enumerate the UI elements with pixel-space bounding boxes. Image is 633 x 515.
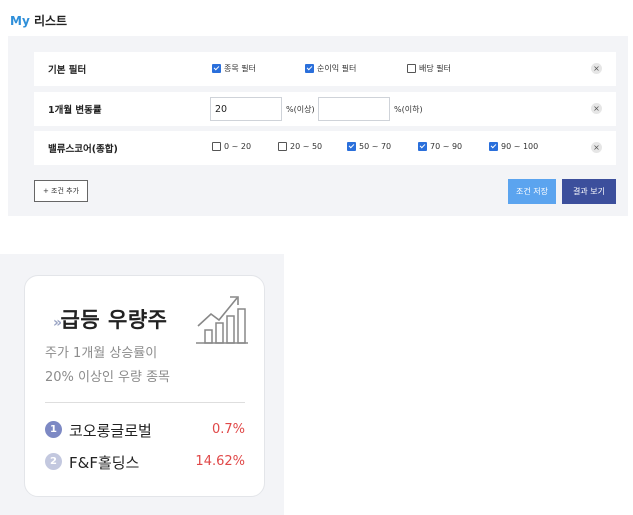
- card-description: 주가 1개월 상승률이 20% 이상인 우량 종목: [45, 342, 170, 390]
- remove-row-close-icon[interactable]: ×: [591, 63, 602, 74]
- title-list: 리스트: [29, 14, 68, 28]
- page-title: My 리스트: [10, 12, 67, 29]
- score-0-20-checkbox[interactable]: 0 ~ 20: [212, 142, 251, 151]
- card-title: »급등 우량주: [53, 304, 167, 334]
- score-90-100-checkbox[interactable]: 90 ~ 100: [489, 142, 538, 151]
- stock-list-item[interactable]: 2 F&F홀딩스 14.62%: [45, 451, 245, 473]
- filter-row-label: 밸류스코어(종합): [48, 144, 118, 155]
- filter-row-label: 1개월 변동률: [48, 105, 102, 116]
- min-percent-input[interactable]: 20: [210, 97, 282, 121]
- rank-badge: 1: [45, 421, 62, 438]
- surging-stocks-card[interactable]: »급등 우량주 주가 1개월 상승률이 20% 이상인 우량 종목 1 코오롱글…: [24, 275, 265, 497]
- checkbox-label: 배당 필터: [419, 64, 451, 73]
- score-70-90-checkbox[interactable]: 70 ~ 90: [418, 142, 462, 151]
- checkbox-unchecked[interactable]: [212, 142, 221, 151]
- remove-row-close-icon[interactable]: ×: [591, 142, 602, 153]
- view-results-button[interactable]: 결과 보기: [562, 179, 616, 204]
- save-condition-button[interactable]: 조건 저장: [508, 179, 556, 204]
- filter-row-monthly-change: 1개월 변동률 20 %(이상) %(이하) ×: [34, 92, 616, 126]
- max-unit-label: %(이하): [394, 105, 423, 114]
- checkbox-label: 70 ~ 90: [430, 142, 463, 151]
- score-20-50-checkbox[interactable]: 20 ~ 50: [278, 142, 322, 151]
- checkbox-label: 0 ~ 20: [224, 142, 252, 151]
- stock-change: 0.7%: [211, 422, 245, 437]
- checkbox-checked[interactable]: [489, 142, 498, 151]
- filter-row-value-score: 밸류스코어(종합) 0 ~ 20 20 ~ 50 50 ~ 70 70 ~ 90…: [34, 131, 616, 165]
- stock-name: F&F홀딩스: [69, 454, 140, 472]
- checkbox-label: 종목 필터: [224, 64, 256, 73]
- filter-row-label: 기본 필터: [48, 65, 87, 76]
- max-percent-input[interactable]: [318, 97, 390, 121]
- filter-row-basic: 기본 필터 종목 필터 순이익 필터 배당 필터 ×: [34, 52, 616, 86]
- checkbox-checked[interactable]: [305, 64, 314, 73]
- checkbox-unchecked[interactable]: [278, 142, 287, 151]
- remove-row-close-icon[interactable]: ×: [591, 103, 602, 114]
- net-income-filter-checkbox[interactable]: 순이익 필터: [305, 63, 356, 74]
- card-title-text: 급등 우량주: [60, 308, 168, 332]
- checkbox-checked[interactable]: [418, 142, 427, 151]
- checkbox-checked[interactable]: [212, 64, 221, 73]
- growth-chart-icon: [196, 296, 248, 344]
- rank-badge: 2: [45, 453, 62, 470]
- score-50-70-checkbox[interactable]: 50 ~ 70: [347, 142, 391, 151]
- stock-change: 14.62%: [195, 454, 245, 469]
- checkbox-label: 순이익 필터: [317, 64, 357, 73]
- min-unit-label: %(이상): [286, 105, 315, 114]
- stock-name: 코오롱글로벌: [69, 422, 152, 440]
- card-desc-line2: 20% 이상인 우량 종목: [45, 370, 171, 385]
- divider: [45, 402, 245, 403]
- checkbox-unchecked[interactable]: [407, 64, 416, 73]
- dividend-filter-checkbox[interactable]: 배당 필터: [407, 63, 451, 74]
- add-condition-button[interactable]: + 조건 추가: [34, 180, 88, 202]
- title-my: My: [10, 14, 30, 28]
- checkbox-label: 20 ~ 50: [290, 142, 323, 151]
- checkbox-label: 50 ~ 70: [359, 142, 392, 151]
- card-desc-line1: 주가 1개월 상승률이: [45, 346, 158, 361]
- stock-filter-checkbox[interactable]: 종목 필터: [212, 63, 256, 74]
- checkbox-checked[interactable]: [347, 142, 356, 151]
- checkbox-label: 90 ~ 100: [501, 142, 539, 151]
- stock-list-item[interactable]: 1 코오롱글로벌 0.7%: [45, 419, 245, 441]
